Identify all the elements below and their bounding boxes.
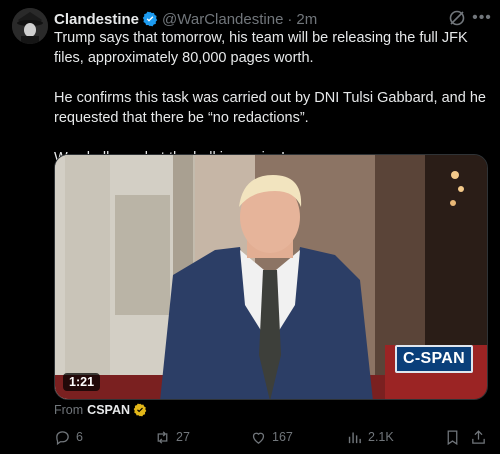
like-icon xyxy=(252,432,265,444)
media-source: From CSPAN xyxy=(54,403,147,417)
reply-icon xyxy=(56,430,69,445)
views-button[interactable]: 2.1K xyxy=(346,426,394,448)
source-name[interactable]: CSPAN xyxy=(87,403,130,417)
separator: · xyxy=(287,10,293,28)
cspan-watermark: C-SPAN xyxy=(395,345,473,373)
repost-button[interactable]: 27 xyxy=(154,426,190,448)
bookmark-icon xyxy=(447,429,458,445)
views-count: 2.1K xyxy=(368,430,394,444)
action-bar: 6 27 167 2.1K xyxy=(50,426,490,448)
timestamp[interactable]: 2m xyxy=(296,11,317,28)
from-label: From xyxy=(54,403,84,417)
author-handle[interactable]: @WarClandestine xyxy=(162,11,283,28)
repost-count: 27 xyxy=(176,430,190,444)
grok-icon[interactable] xyxy=(448,9,466,27)
repost-icon xyxy=(157,430,168,444)
video-duration: 1:21 xyxy=(63,373,101,391)
author-name[interactable]: Clandestine xyxy=(54,11,139,28)
more-icon[interactable]: ••• xyxy=(472,9,492,27)
reply-button[interactable]: 6 xyxy=(54,426,83,448)
tweet-header: Clandestine @WarClandestine · 2m xyxy=(54,9,440,29)
like-count: 167 xyxy=(272,430,293,444)
like-button[interactable]: 167 xyxy=(250,426,293,448)
avatar[interactable] xyxy=(12,8,48,44)
tweet-paragraph: Trump says that tomorrow, his team will … xyxy=(54,30,468,66)
views-icon xyxy=(348,432,361,443)
verified-badge-icon xyxy=(142,11,158,27)
reply-count: 6 xyxy=(76,430,83,444)
tweet-card[interactable]: Clandestine @WarClandestine · 2m ••• Tru… xyxy=(0,0,500,454)
video-player[interactable]: 1:21 C-SPAN xyxy=(54,154,488,400)
share-button[interactable] xyxy=(470,426,487,448)
tweet-paragraph: He confirms this task was carried out by… xyxy=(54,90,486,126)
bookmark-button[interactable] xyxy=(444,426,461,448)
gold-badge-icon xyxy=(133,403,147,417)
share-icon xyxy=(472,429,485,444)
